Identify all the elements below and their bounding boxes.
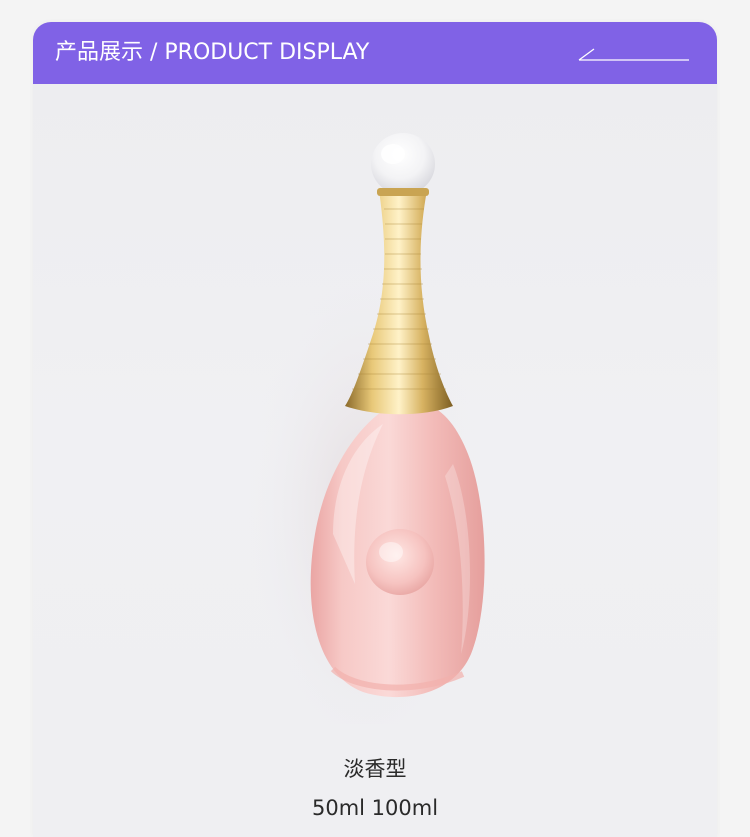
slash-line-decoration-icon (578, 48, 689, 61)
section-title: 产品展示 / PRODUCT DISPLAY (55, 40, 370, 65)
section-header: 产品展示 / PRODUCT DISPLAY (33, 22, 717, 84)
product-display-card: 产品展示 / PRODUCT DISPLAY 淡香型 50ml 100ml (33, 22, 717, 837)
perfume-bottle-image (245, 133, 485, 724)
product-image-area (33, 84, 717, 724)
size-options-label: 50ml 100ml (311, 796, 439, 820)
scent-type-label: 淡香型 (343, 757, 407, 781)
